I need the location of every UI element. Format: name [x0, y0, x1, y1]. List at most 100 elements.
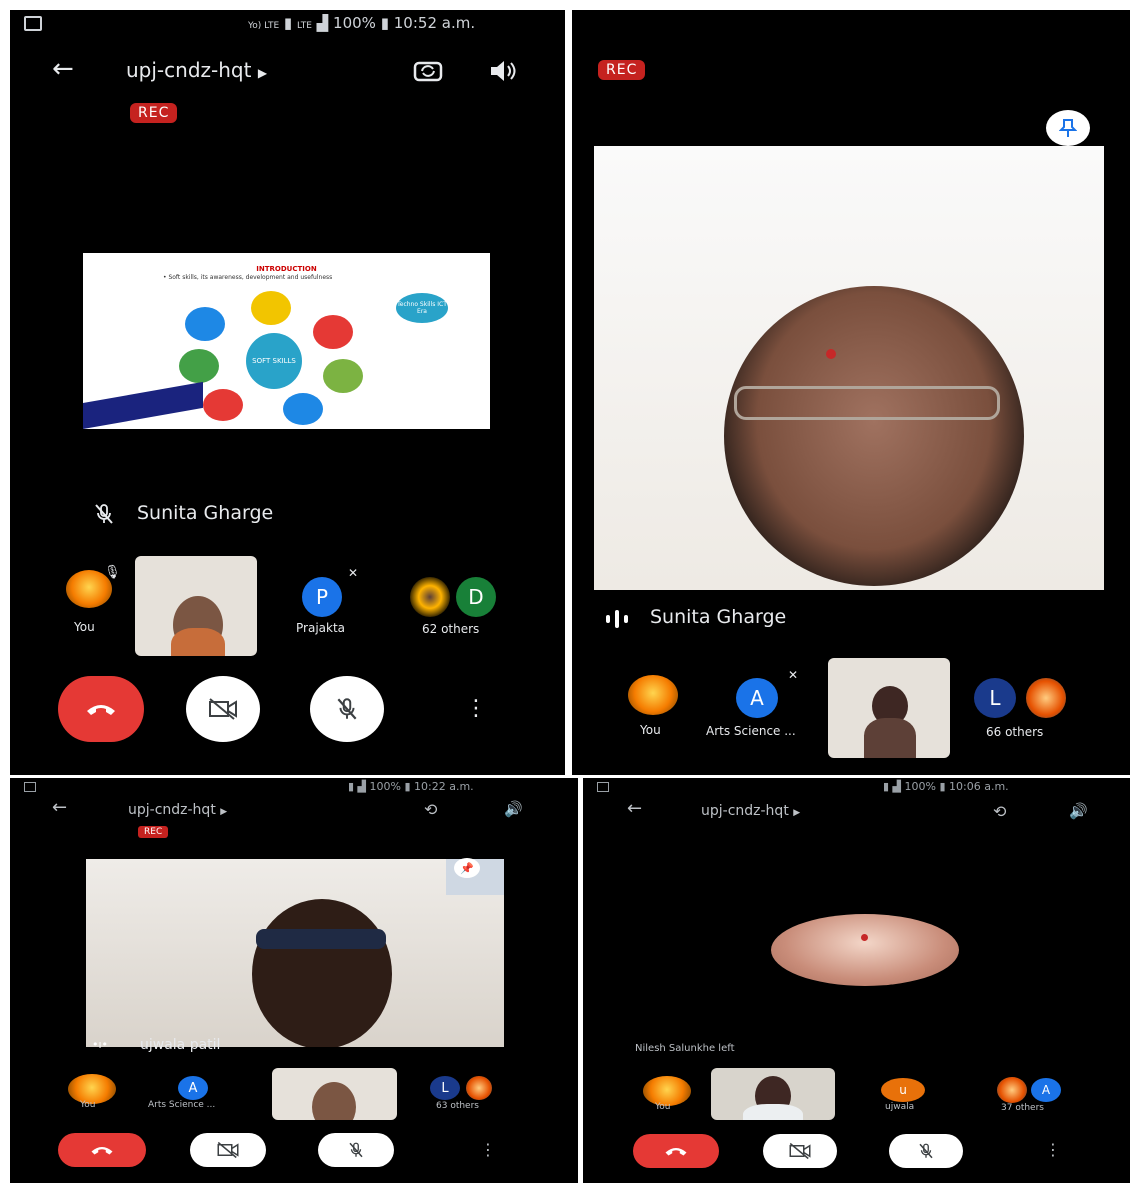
end-call-button[interactable] [58, 676, 144, 742]
speaker-avatar-video [771, 914, 959, 986]
slide-decoration [83, 381, 203, 429]
signal-icon: ▟ [316, 14, 329, 32]
left-notice: Nilesh Salunkhe left [635, 1043, 735, 1054]
meeting-code[interactable]: upj-cndz-hqt ▶ [701, 803, 800, 819]
participant-avatar-a[interactable]: A [178, 1076, 208, 1100]
slide-bubble [313, 315, 353, 349]
video-glasses [734, 386, 1000, 420]
participant-avatar-a[interactable]: A [1031, 1078, 1061, 1102]
participant-label: You [640, 723, 661, 737]
mic-off-icon [349, 1142, 363, 1158]
battery-level: 100% [369, 780, 401, 793]
mic-toggle-button[interactable] [318, 1133, 394, 1167]
participant-label: Arts Science ... [148, 1100, 216, 1110]
slide-heading: INTRODUCTION [256, 265, 317, 273]
participant-label: You [74, 620, 95, 634]
end-call-button[interactable] [58, 1133, 146, 1167]
video-person-body [864, 718, 916, 758]
slide-bubble [203, 389, 243, 421]
camera-off-icon [209, 698, 237, 720]
camera-off-icon [789, 1142, 811, 1160]
clock: 10:22 a.m. [414, 780, 474, 793]
participant-photo-avatar[interactable] [410, 577, 450, 617]
end-call-button[interactable] [633, 1134, 719, 1168]
rec-badge: REC [598, 60, 646, 80]
status-bar: ▮ ▟ 100% ▮ 10:22 a.m. [348, 780, 474, 793]
camera-toggle-button[interactable] [190, 1133, 266, 1167]
pin-icon [1059, 119, 1077, 137]
back-arrow-icon[interactable]: ← [627, 800, 642, 818]
participant-video-tile[interactable] [828, 658, 950, 758]
pin-icon[interactable]: 📌 [454, 858, 480, 878]
more-options-icon[interactable]: ⋮ [465, 698, 487, 720]
battery-level: 100% [333, 14, 376, 32]
speaker-icon[interactable]: 🔊 [504, 800, 523, 818]
video-person [724, 286, 1024, 586]
participant-photo-avatar[interactable] [997, 1077, 1027, 1103]
clock: 10:52 a.m. [393, 14, 476, 32]
pin-button[interactable] [1046, 110, 1090, 146]
participant-photo-avatar[interactable] [1026, 678, 1066, 718]
battery-icon: ▮ [404, 780, 411, 793]
meet-screen-speaker: REC Sunita Gharge You A ✕ Arts Science .… [572, 10, 1130, 775]
meet-screen-small-1: ▮ ▟ 100% ▮ 10:22 a.m. ← upj-cndz-hqt ▶ ⟲… [10, 778, 578, 1183]
switch-camera-icon[interactable] [412, 58, 444, 84]
presentation-slide: INTRODUCTION • Soft skills, its awarenes… [83, 253, 490, 429]
audio-level-icon: •ı• [92, 1038, 109, 1051]
video-bindi [826, 349, 836, 359]
others-count[interactable]: 63 others [436, 1101, 479, 1111]
participant-avatar-u[interactable]: u [881, 1078, 925, 1102]
back-arrow-icon[interactable]: ← [52, 799, 67, 817]
video-bindi [861, 934, 868, 941]
network-label-2: LTE [296, 21, 312, 31]
participant-photo-avatar[interactable] [466, 1076, 492, 1100]
more-options-icon[interactable]: ⋮ [1045, 1140, 1061, 1159]
speaker-icon[interactable] [488, 59, 518, 83]
others-count[interactable]: 37 others [1001, 1103, 1044, 1113]
camera-off-icon [217, 1141, 239, 1159]
slide-bubble [283, 393, 323, 425]
participant-video-tile[interactable] [711, 1068, 835, 1120]
meeting-code-text: upj-cndz-hqt [126, 58, 252, 82]
camera-toggle-button[interactable] [186, 676, 260, 742]
clock: 10:06 a.m. [949, 780, 1009, 793]
you-avatar[interactable] [628, 675, 678, 715]
signal-icon: ▮ ▟ [883, 780, 902, 793]
participant-video-tile[interactable] [272, 1068, 397, 1120]
participant-label: Prajakta [296, 621, 346, 635]
participant-avatar-d[interactable]: D [456, 577, 496, 617]
meet-screen-small-2: ▮ ▟ 100% ▮ 10:06 a.m. ← upj-cndz-hqt ▶ ⟲… [583, 778, 1130, 1183]
meeting-code[interactable]: upj-cndz-hqt ▶ [126, 58, 267, 82]
participant-avatar-l[interactable]: L [974, 678, 1016, 718]
slide-center-bubble: SOFT SKILLS [246, 333, 302, 389]
mic-toggle-button[interactable] [310, 676, 384, 742]
sim-icon: ▮ [283, 14, 293, 32]
main-video-feed [594, 146, 1104, 590]
participant-avatar-l[interactable]: L [430, 1076, 460, 1100]
participant-avatar-prajakta[interactable]: P [302, 577, 342, 617]
camera-toggle-button[interactable] [763, 1134, 837, 1168]
back-arrow-icon[interactable]: ← [52, 56, 74, 82]
video-person-body [171, 628, 225, 656]
mic-off-icon [95, 504, 113, 524]
slide-bubble [185, 307, 225, 341]
meeting-code[interactable]: upj-cndz-hqt ▶ [128, 802, 227, 818]
participant-label: ujwala [885, 1102, 915, 1112]
speaker-icon[interactable]: 🔊 [1069, 802, 1088, 820]
participant-avatar-a[interactable]: A [736, 678, 778, 718]
chevron-right-icon: ▶ [793, 808, 801, 818]
more-options-icon[interactable]: ⋮ [480, 1140, 496, 1159]
mic-toggle-button[interactable] [889, 1134, 963, 1168]
participant-label: Arts Science ... [706, 724, 796, 738]
battery-icon: ▮ [939, 780, 946, 793]
switch-camera-icon[interactable]: ⟲ [424, 800, 437, 819]
mic-off-icon: 🎙 [104, 565, 121, 580]
rec-badge: REC [138, 826, 169, 838]
slide-bullet: • Soft skills, its awareness, developmen… [163, 274, 333, 281]
mic-off-icon [337, 698, 357, 720]
others-count[interactable]: 66 others [986, 725, 1043, 739]
switch-camera-icon[interactable]: ⟲ [993, 802, 1006, 821]
others-count[interactable]: 62 others [422, 622, 479, 636]
participant-video-tile[interactable] [135, 556, 257, 656]
video-glasses [256, 929, 386, 949]
